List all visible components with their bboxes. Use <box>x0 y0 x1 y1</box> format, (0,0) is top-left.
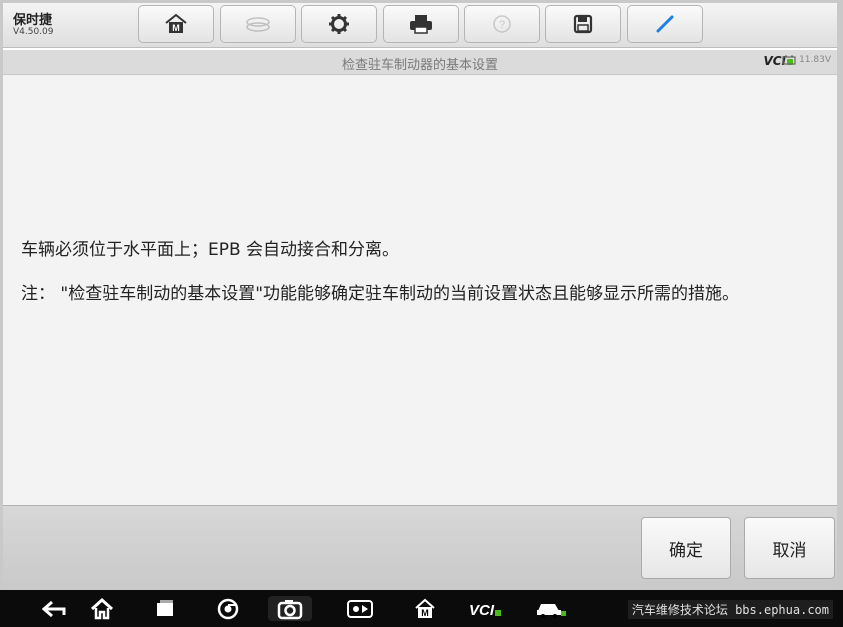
page-title: 检查驻车制动器的基本设置 <box>341 58 498 73</box>
car-icon <box>537 603 566 618</box>
home-nav-button[interactable] <box>87 596 117 621</box>
chrome-button[interactable] <box>213 596 243 621</box>
svg-text:M: M <box>172 23 180 33</box>
back-button[interactable] <box>40 596 70 621</box>
recent-apps-icon <box>157 599 173 616</box>
battery-voltage: 11.83V <box>799 55 831 65</box>
save-icon <box>573 14 593 34</box>
chrome-icon <box>217 598 239 619</box>
battery-icon <box>782 55 796 65</box>
back-icon <box>42 600 66 617</box>
vehicle-swap-icon <box>246 17 270 32</box>
app-title: 保时捷 <box>13 13 53 28</box>
brightness-button[interactable] <box>345 596 375 621</box>
help-button[interactable]: ? <box>464 5 540 43</box>
settings-button[interactable] <box>301 5 377 43</box>
pen-icon <box>656 15 674 33</box>
vci-button[interactable]: VCI <box>465 596 505 621</box>
svg-text:M: M <box>421 608 429 618</box>
top-toolbar: 保时捷 V4.50.09 M ? <box>3 3 837 48</box>
home-button[interactable]: M <box>138 5 214 43</box>
watermark-text: 汽车维修技术论坛 bbs.ephua.com <box>627 600 833 619</box>
message-area: 车辆必须位于水平面上；EPB 会自动接合和分离。 注： "检查驻车制动的基本设置… <box>3 75 837 505</box>
pen-button[interactable] <box>627 5 703 43</box>
home-icon: M <box>165 13 187 33</box>
camera-icon <box>277 599 303 619</box>
print-button[interactable] <box>383 5 459 43</box>
device-frame-right <box>837 0 843 590</box>
action-footer: 确定 取消 <box>3 505 837 591</box>
home-icon <box>90 597 114 619</box>
help-icon: ? <box>493 15 511 33</box>
battery-status: 11.83V <box>782 55 831 65</box>
recent-apps-button[interactable] <box>150 596 180 621</box>
instruction-text: 车辆必须位于水平面上；EPB 会自动接合和分离。 <box>21 240 400 260</box>
screenshot-button[interactable] <box>268 596 312 621</box>
printer-icon <box>410 15 432 34</box>
save-button[interactable] <box>545 5 621 43</box>
vci-icon: VCI <box>469 602 501 619</box>
confirm-button[interactable]: 确定 <box>641 517 731 579</box>
vehicle-button[interactable] <box>533 596 569 621</box>
cancel-button[interactable]: 取消 <box>744 517 835 579</box>
vehicle-swap-button[interactable] <box>220 5 296 43</box>
app-version: V4.50.09 <box>13 27 54 37</box>
settings-gear-icon <box>329 14 349 34</box>
svg-text:VCI: VCI <box>469 602 495 619</box>
page-title-bar: 检查驻车制动器的基本设置 VCI 11.83V <box>3 50 837 75</box>
maxi-home-button[interactable]: M <box>410 596 440 621</box>
maxi-home-icon: M <box>415 598 435 618</box>
brightness-icon <box>347 599 373 618</box>
diagnostic-screen: 保时捷 V4.50.09 M ? 检查驻车制动器的基本设置 VCI 11.83V… <box>0 0 843 627</box>
note-text: 注： "检查驻车制动的基本设置"功能能够确定驻车制动的当前设置状态且能够显示所需… <box>21 284 740 304</box>
svg-text:?: ? <box>499 19 505 31</box>
system-navbar: M VCI 汽车维修技术论坛 bbs.ephua.com <box>0 590 843 627</box>
